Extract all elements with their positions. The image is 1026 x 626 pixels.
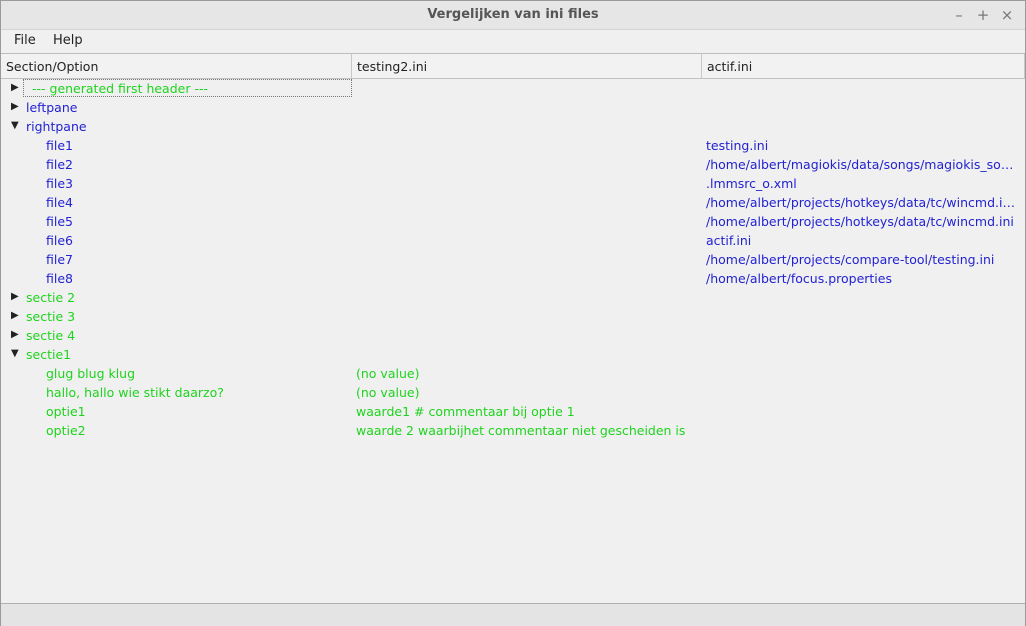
tree-row[interactable]: file1 testing.ini (1, 136, 1025, 155)
row-value-testing2: waarde1 # commentaar bij optie 1 (356, 404, 575, 419)
row-value-actif: /home/albert/projects/hotkeys/data/tc/wi… (706, 214, 1014, 229)
tree-row[interactable]: file5/home/albert/projects/hotkeys/data/… (1, 212, 1025, 231)
row-name: hallo, hallo wie stikt daarzo? (46, 385, 224, 400)
tree-row[interactable]: ▶ sectie 3 (1, 307, 1025, 326)
triangle-right-icon[interactable]: ▶ (11, 330, 21, 340)
triangle-right-icon[interactable]: ▶ (11, 102, 21, 112)
column-header-label: testing2.ini (357, 59, 428, 74)
app-window: Vergelijken van ini files – + × File Hel… (0, 0, 1026, 626)
row-value-actif: actif.ini (706, 233, 752, 248)
titlebar: Vergelijken van ini files – + × (1, 1, 1025, 30)
row-name: file4 (46, 195, 73, 210)
row-value-actif: /home/albert/projects/compare-tool/testi… (706, 252, 995, 267)
row-name: sectie1 (26, 347, 72, 362)
menu-help[interactable]: Help (53, 33, 83, 48)
column-header-label: actif.ini (707, 59, 753, 74)
tree-row[interactable]: ▶ leftpane (1, 98, 1025, 117)
tree-row[interactable]: glug blug klug (no value) (1, 364, 1025, 383)
tree-row[interactable]: ▶ sectie 4 (1, 326, 1025, 345)
row-name: glug blug klug (46, 366, 136, 381)
status-bar (1, 603, 1025, 626)
row-name: file5 (46, 214, 73, 229)
row-name: file2 (46, 157, 73, 172)
maximize-icon[interactable]: + (973, 5, 993, 25)
row-value-testing2: waarde 2 waarbijhet commentaar niet gesc… (356, 423, 686, 438)
tree-row[interactable]: file8/home/albert/focus.properties (1, 269, 1025, 288)
row-value-actif: /home/albert/magiokis/data/songs/magioki… (706, 157, 1020, 172)
row-name: optie2 (46, 423, 86, 438)
triangle-right-icon[interactable]: ▶ (11, 311, 21, 321)
tree-row[interactable]: ▼ sectie1 (1, 345, 1025, 364)
row-name: sectie 4 (26, 328, 76, 343)
row-name: file1 (46, 138, 73, 153)
close-icon[interactable]: × (997, 5, 1017, 25)
tree-row[interactable]: ▶ --- generated first header --- (1, 79, 1025, 98)
triangle-right-icon[interactable]: ▶ (11, 292, 21, 302)
row-name: file7 (46, 252, 73, 267)
minimize-icon[interactable]: – (949, 5, 969, 25)
row-name: sectie 2 (26, 290, 76, 305)
column-header-label: Section/Option (6, 59, 99, 74)
row-value-actif: testing.ini (706, 138, 769, 153)
tree-row[interactable]: optie2 waarde 2 waarbijhet commentaar nie… (1, 421, 1025, 440)
row-name: optie1 (46, 404, 86, 419)
row-value-testing2: (no value) (356, 366, 420, 381)
tree-row[interactable]: file6 actif.ini (1, 231, 1025, 250)
triangle-right-icon[interactable]: ▶ (11, 83, 21, 93)
tree-row[interactable]: file4/home/albert/projects/hotkeys/data/… (1, 193, 1025, 212)
tree-row[interactable]: file2/home/albert/magiokis/data/songs/ma… (1, 155, 1025, 174)
row-name: sectie 3 (26, 309, 76, 324)
row-name: file3 (46, 176, 73, 191)
window-title: Vergelijken van ini files (427, 7, 599, 22)
triangle-down-icon[interactable]: ▼ (11, 121, 21, 131)
tree-row[interactable]: ▼ rightpane (1, 117, 1025, 136)
menubar: File Help (1, 30, 1025, 52)
row-value-testing2: (no value) (356, 385, 420, 400)
row-value-actif: /home/albert/focus.properties (706, 271, 892, 286)
column-header-file1[interactable]: testing2.ini (352, 54, 702, 79)
tree-grid: Section/Option testing2.ini actif.ini ▶ -… (1, 53, 1025, 603)
row-value-actif: /home/albert/projects/hotkeys/data/tc/wi… (706, 195, 1020, 210)
row-value-actif: .lmmsrc_o.xml (706, 176, 797, 191)
column-header-file2[interactable]: actif.ini (702, 54, 1025, 79)
row-name: file8 (46, 271, 73, 286)
triangle-down-icon[interactable]: ▼ (11, 349, 21, 359)
row-name: rightpane (26, 119, 87, 134)
column-header-section-option[interactable]: Section/Option (1, 54, 352, 79)
menu-file[interactable]: File (14, 33, 36, 48)
tree-row[interactable]: optie1 waarde1 # commentaar bij optie 1 (1, 402, 1025, 421)
row-name: leftpane (26, 100, 78, 115)
tree-row[interactable]: file7/home/albert/projects/compare-tool/… (1, 250, 1025, 269)
tree-row[interactable]: ▶ sectie 2 (1, 288, 1025, 307)
tree-row[interactable]: hallo, hallo wie stikt daarzo? (no value) (1, 383, 1025, 402)
tree-row[interactable]: file3 .lmmsrc_o.xml (1, 174, 1025, 193)
row-name: file6 (46, 233, 73, 248)
row-name: --- generated first header --- (32, 81, 208, 96)
